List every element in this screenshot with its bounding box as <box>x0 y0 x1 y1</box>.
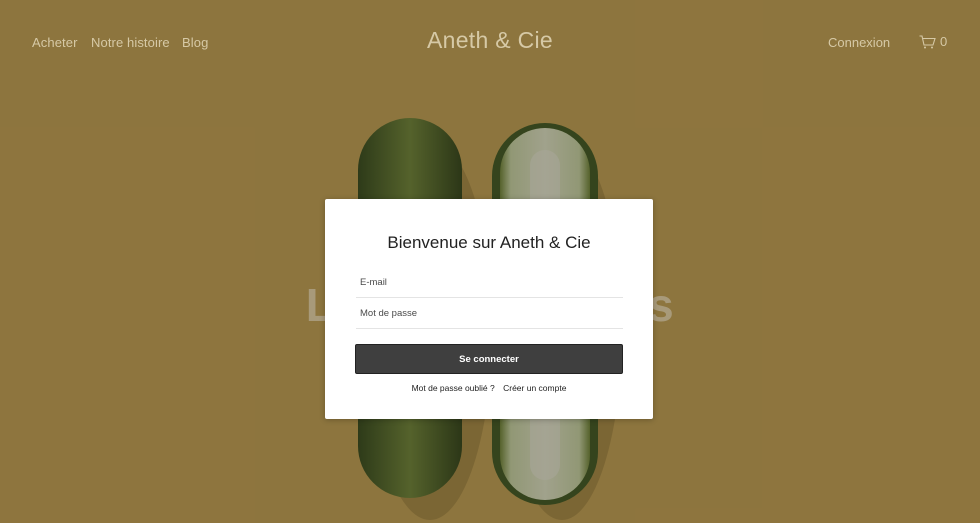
top-nav: Acheter Notre histoire Blog Aneth & Cie … <box>0 0 980 86</box>
create-account-link[interactable]: Créer un compte <box>503 383 566 393</box>
cart-icon <box>919 34 936 48</box>
login-link[interactable]: Connexion <box>828 35 890 50</box>
modal-links: Mot de passe oublié ? Créer un compte <box>325 383 653 393</box>
password-field[interactable] <box>356 299 623 329</box>
forgot-password-link[interactable]: Mot de passe oublié ? <box>412 383 495 393</box>
modal-title: Bienvenue sur Aneth & Cie <box>387 233 591 252</box>
cart-button[interactable]: 0 <box>919 34 947 49</box>
cart-count: 0 <box>940 34 948 49</box>
login-modal: Bienvenue sur Aneth & Cie Se connecter M… <box>325 199 653 419</box>
email-field[interactable] <box>356 268 623 298</box>
login-submit-button[interactable]: Se connecter <box>355 344 623 374</box>
